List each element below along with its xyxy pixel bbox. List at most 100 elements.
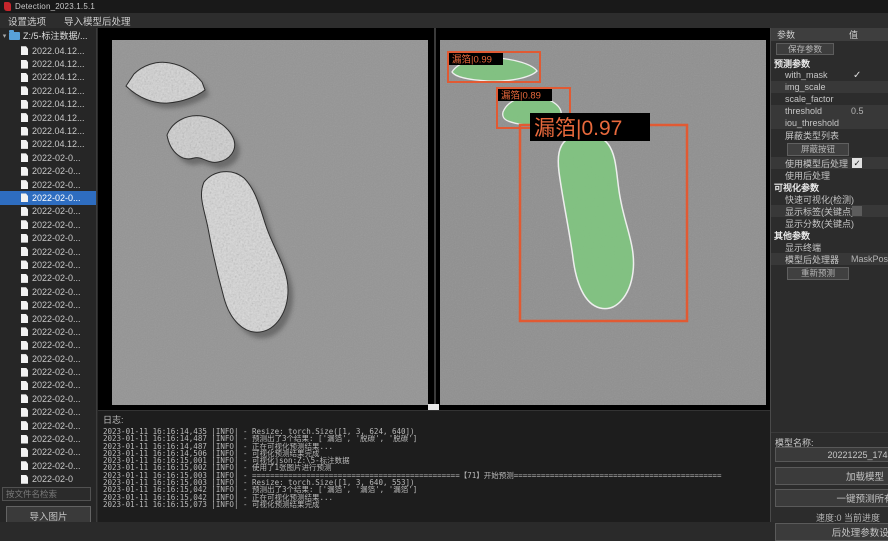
window-title: Detection_2023.1.5.1 (15, 2, 95, 11)
tree-item-label: 2022.04.12... (32, 113, 85, 123)
expand-arrow-icon[interactable]: ▾ (0, 32, 9, 40)
tree-item[interactable]: 2022.04.12... (0, 138, 96, 151)
tree-root-folder[interactable]: ▾ Z:/5-标注数据/... (0, 28, 96, 43)
tree-item[interactable]: 2022-02-0 (0, 473, 96, 486)
tree-item[interactable]: 2022-02-0... (0, 339, 96, 352)
tree-item[interactable]: 2022-02-0... (0, 258, 96, 271)
model-section: 模型名称: 20221225_174813 加载模型 一键预测所有 速度:0 当… (771, 432, 888, 449)
tree-item[interactable]: 2022-02-0... (0, 298, 96, 311)
tree-item[interactable]: 2022.04.12... (0, 84, 96, 97)
file-icon (21, 461, 28, 470)
tree-item[interactable]: 2022-02-0... (0, 379, 96, 392)
prediction-image[interactable]: 漏箔|0.99 漏箔|0.89 漏箔|0.97 (440, 40, 766, 405)
file-icon (21, 234, 28, 243)
tree-item[interactable]: 2022-02-0... (0, 352, 96, 365)
param-section-header: 预测参数 (771, 57, 888, 69)
tree-item[interactable]: 2022-02-0... (0, 178, 96, 191)
file-icon (21, 167, 28, 176)
param-row[interactable]: 使用模型后处理✓ (771, 157, 888, 169)
param-value: 0.5 (851, 106, 864, 116)
log-lines[interactable]: 2023-01-11 16:16:14,435 |INFO| - Resize:… (103, 428, 770, 508)
param-action-button[interactable]: 屏蔽按钮 (787, 143, 849, 156)
tree-item[interactable]: 2022-02-0... (0, 285, 96, 298)
file-icon (21, 113, 28, 122)
tree-item[interactable]: 2022.04.12... (0, 111, 96, 124)
param-row[interactable]: img_scale (771, 81, 888, 93)
tree-item-label: 2022-02-0... (32, 220, 81, 230)
checkbox[interactable] (852, 206, 862, 216)
tree-item[interactable]: 2022-02-0... (0, 365, 96, 378)
tree-item-label: 2022-02-0... (32, 421, 81, 431)
detection-label: 漏箔|0.99 (449, 53, 503, 66)
tree-item[interactable]: 2022-02-0... (0, 218, 96, 231)
tree-item[interactable]: 2022-02-0... (0, 446, 96, 459)
tree-item-label: 2022-02-0... (32, 367, 81, 377)
param-row[interactable]: scale_factor (771, 93, 888, 105)
param-button-row: 屏蔽按钮 (771, 141, 888, 157)
tree-item[interactable]: 2022.04.12... (0, 71, 96, 84)
tree-item-label: 2022-02-0... (32, 314, 81, 324)
tree-item[interactable]: 2022-02-0... (0, 272, 96, 285)
param-row[interactable]: 显示分数(关键点) (771, 217, 888, 229)
tree-item-label: 2022-02-0... (32, 233, 81, 243)
param-row[interactable]: iou_threshold (771, 117, 888, 129)
tree-item[interactable]: 2022-02-0... (0, 165, 96, 178)
model-name-field[interactable]: 20221225_174813 (775, 447, 888, 462)
postprocess-settings-button[interactable]: 后处理参数设置 (775, 523, 888, 541)
param-row[interactable]: 显示标签(关键点) (771, 205, 888, 217)
search-input[interactable] (2, 487, 91, 501)
param-column-header: 参数 (771, 28, 849, 41)
tree-item[interactable]: 2022-02-0... (0, 325, 96, 338)
save-row: 保存参数 (771, 41, 888, 57)
param-row[interactable]: 快速可视化(检测) (771, 193, 888, 205)
import-images-button[interactable]: 导入图片 (6, 506, 91, 522)
param-label: with_mask (771, 70, 828, 80)
file-icon (21, 220, 28, 229)
param-row[interactable]: threshold0.5 (771, 105, 888, 117)
tree-item-label: 2022-02-0... (32, 434, 81, 444)
param-row[interactable]: 显示终端 (771, 241, 888, 253)
load-model-button[interactable]: 加载模型 (775, 467, 888, 485)
menu-settings[interactable]: 设置选项 (8, 14, 46, 28)
log-line: 2023-01-11 16:16:15,073 |INFO| - 可视化预测结果… (103, 501, 770, 508)
tree-item-label: 2022-02-0... (32, 461, 81, 471)
tree-item[interactable]: 2022-02-0... (0, 205, 96, 218)
checkbox[interactable]: ✓ (852, 158, 862, 168)
tree-item[interactable]: 2022.04.12... (0, 44, 96, 57)
param-action-button[interactable]: 重新预测 (787, 267, 849, 280)
original-image[interactable] (112, 40, 428, 405)
tree-item[interactable]: 2022-02-0... (0, 406, 96, 419)
tree-item[interactable]: 2022-02-0... (0, 245, 96, 258)
tree-item[interactable]: 2022-02-0... (0, 459, 96, 472)
tree-item[interactable]: 2022-02-0... (0, 312, 96, 325)
param-label: img_scale (771, 82, 826, 92)
tree-item[interactable]: 2022-02-0... (0, 419, 96, 432)
tree-item[interactable]: 2022.04.12... (0, 124, 96, 137)
param-table-header: 参数 值 (771, 28, 888, 41)
value-column-header: 值 (849, 28, 858, 41)
sidebar: ▾ Z:/5-标注数据/... 2022.04.12...2022.04.12.… (0, 28, 97, 522)
file-tree: 2022.04.12...2022.04.12...2022.04.12...2… (0, 44, 96, 486)
predict-all-button[interactable]: 一键预测所有 (775, 489, 888, 507)
save-params-button[interactable]: 保存参数 (776, 43, 834, 55)
tree-item[interactable]: 2022-02-0... (0, 392, 96, 405)
tree-item[interactable]: 2022.04.12... (0, 57, 96, 70)
tree-item[interactable]: 2022-02-0... (0, 432, 96, 445)
param-row[interactable]: with_mask✓ (771, 69, 888, 81)
file-icon (21, 448, 28, 457)
tree-item-label: 2022-02-0... (32, 394, 81, 404)
splitter-grip[interactable] (428, 404, 439, 410)
param-row[interactable]: 使用后处理 (771, 169, 888, 181)
file-icon (21, 301, 28, 310)
folder-icon (9, 32, 20, 40)
tree-item[interactable]: 2022-02-0... (0, 231, 96, 244)
log-title: 日志: (103, 413, 770, 426)
file-icon (21, 180, 28, 189)
menu-import-model-postprocess[interactable]: 导入模型后处理 (64, 14, 131, 28)
tree-item[interactable]: 2022-02-0... (0, 151, 96, 164)
file-icon (21, 314, 28, 323)
param-row[interactable]: 屏蔽类型列表 (771, 129, 888, 141)
tree-item[interactable]: 2022-02-0... (0, 191, 96, 204)
tree-item[interactable]: 2022.04.12... (0, 98, 96, 111)
param-row[interactable]: 模型后处理器MaskPostPro (771, 253, 888, 265)
